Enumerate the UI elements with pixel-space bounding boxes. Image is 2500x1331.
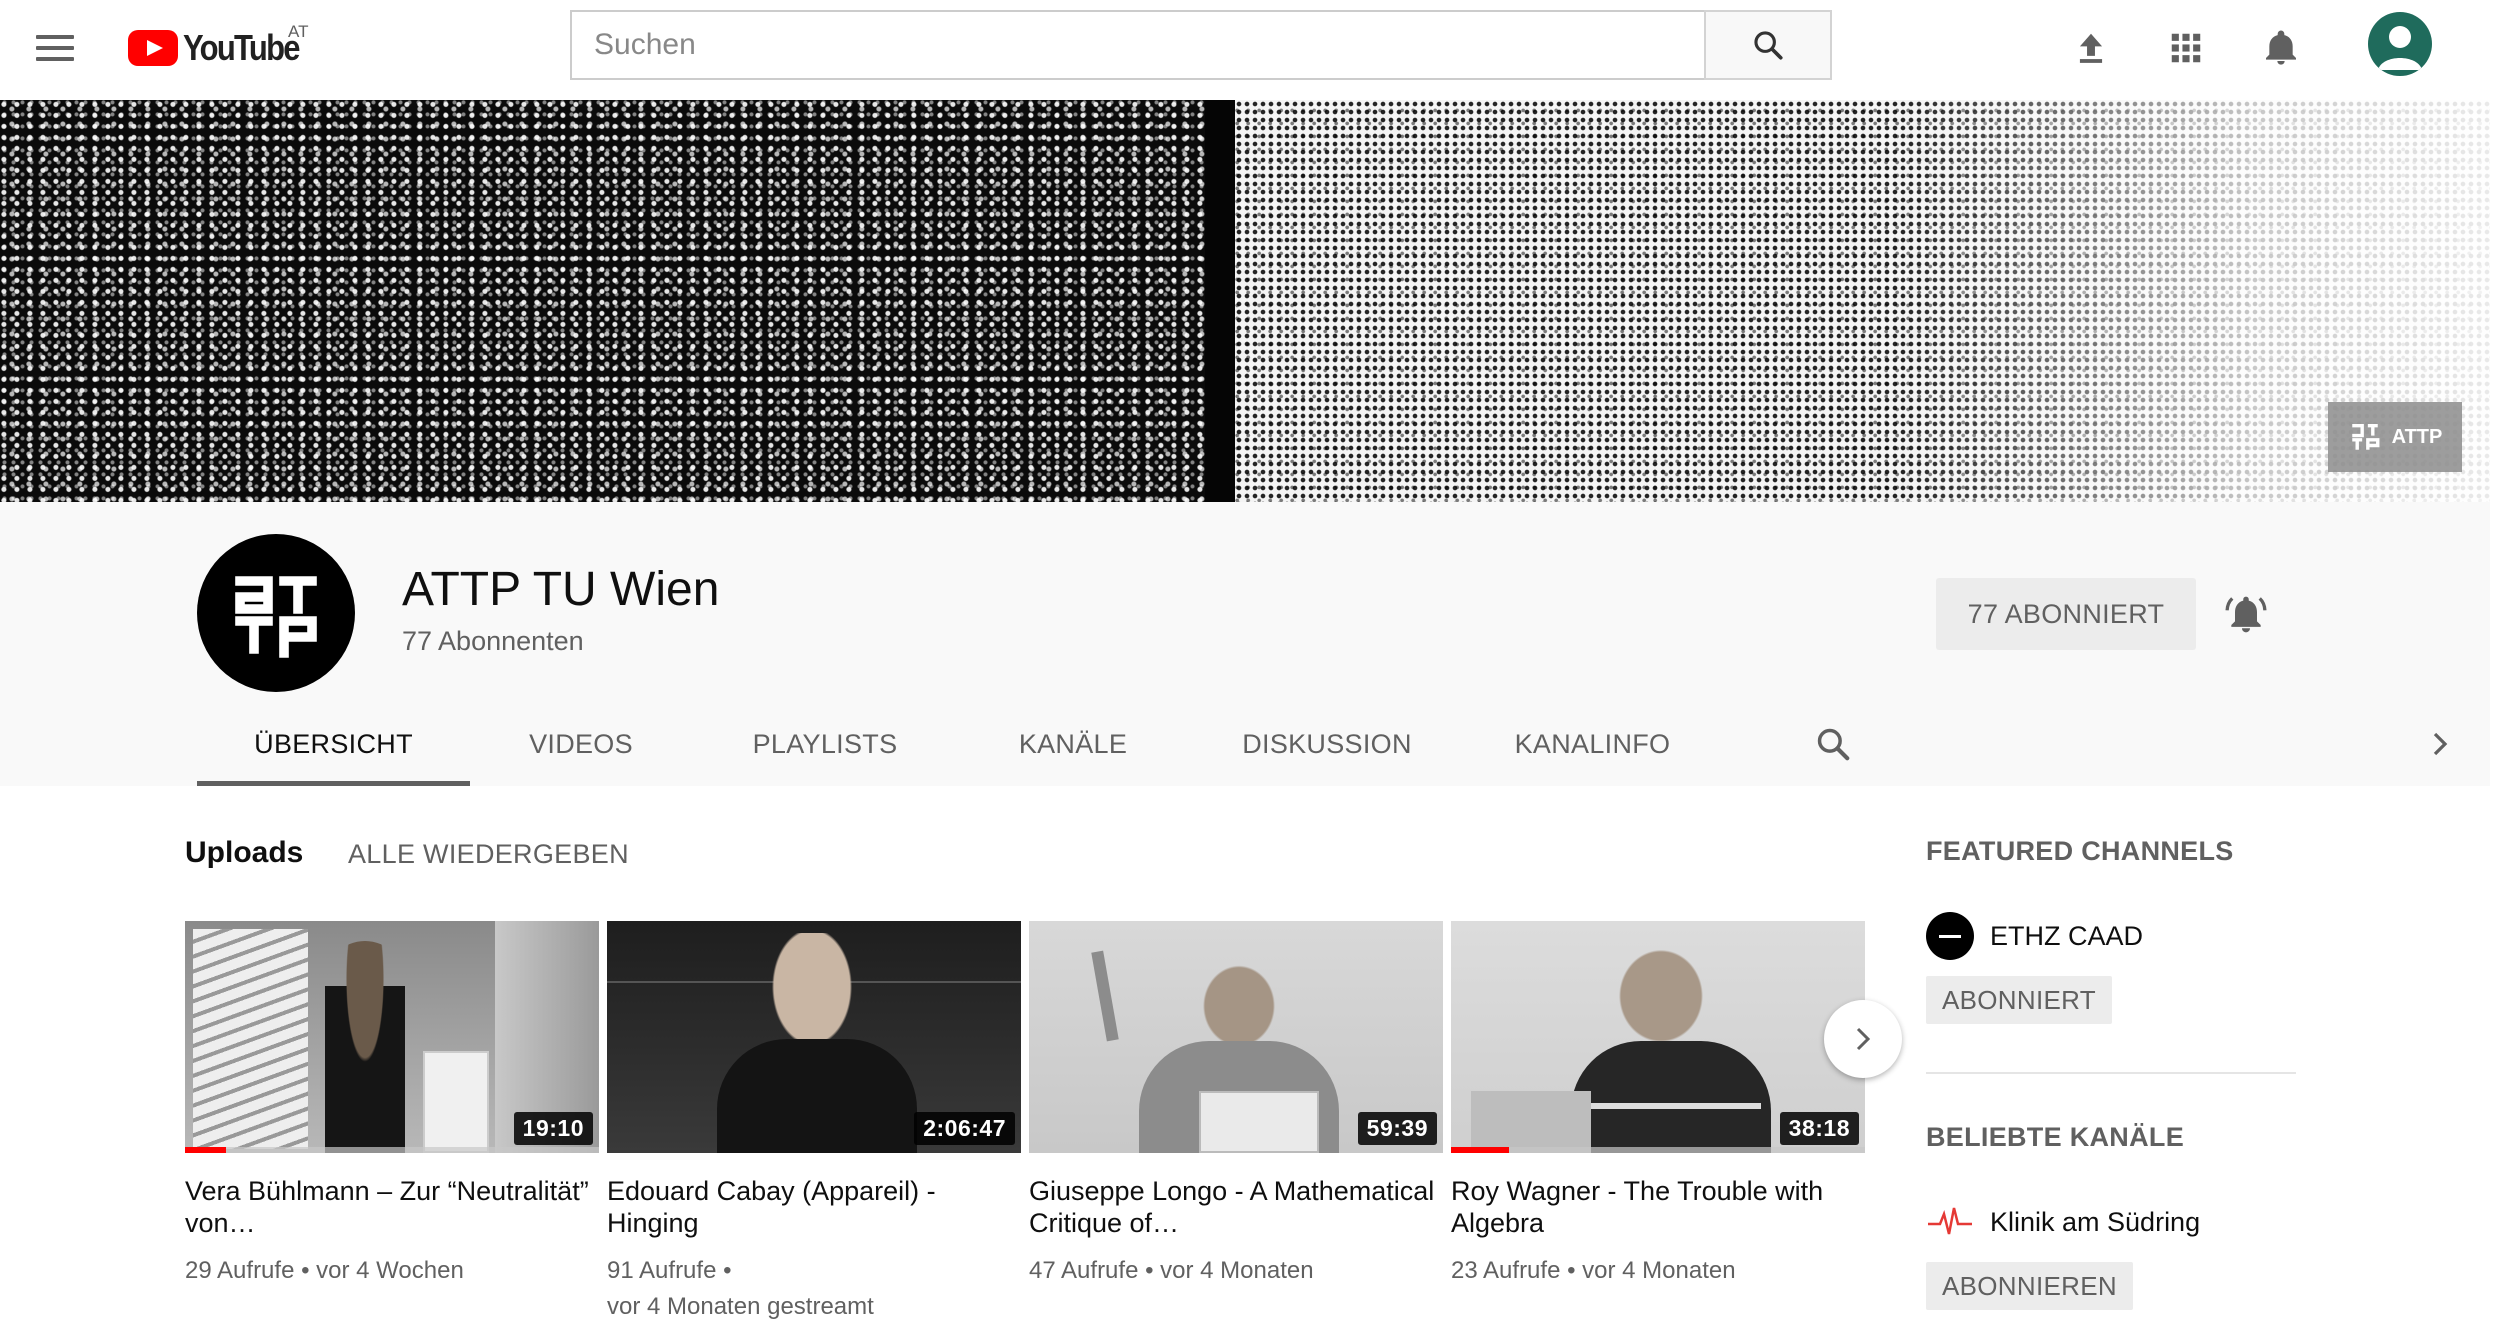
video-duration: 59:39 [1357, 1112, 1437, 1145]
featured-channel-item[interactable]: ETHZ CAAD [1926, 912, 2143, 960]
bell-ringing-icon [2225, 596, 2267, 633]
tab-kanaele[interactable]: KANÄLE [958, 702, 1188, 786]
subscriber-count: 77 Abonnenten [402, 626, 584, 656]
carousel-next-button[interactable] [1824, 1000, 1902, 1078]
watch-progress [1451, 1147, 1509, 1153]
video-card[interactable]: 2:06:47 Edouard Cabay (Appareil) - Hingi… [607, 921, 1021, 1325]
video-meta: 29 Aufrufe • vor 4 Wochen [185, 1257, 464, 1284]
video-title[interactable]: Roy Wagner - The Trouble with Algebra [1451, 1175, 1865, 1239]
search-button[interactable] [1704, 10, 1832, 80]
country-code: AT [288, 22, 309, 41]
play-all-button[interactable]: ALLE WIEDERGEBEN [348, 839, 629, 870]
watch-progress [185, 1147, 227, 1153]
popular-channel-subscribe-button[interactable]: ABONNIEREN [1926, 1262, 2133, 1310]
video-card[interactable]: 38:18 Roy Wagner - The Trouble with Alge… [1451, 921, 1865, 1289]
speaker-face [767, 933, 857, 1053]
podium [1471, 1091, 1591, 1153]
video-duration: 2:06:47 [914, 1112, 1015, 1145]
channel-tabs: ÜBERSICHT VIDEOS PLAYLISTS KANÄLE DISKUS… [197, 702, 1719, 786]
popular-channel-name: Klinik am Südring [1990, 1206, 2201, 1237]
upload-icon [2079, 33, 2103, 63]
channel-header: ATTP TU Wien 77 Abonnenten 77 ABONNIERT … [0, 502, 2490, 786]
search-bar [570, 10, 1832, 80]
video-card[interactable]: 19:10 Vera Bühlmann – Zur “Neutralität” … [185, 921, 599, 1289]
podium [1199, 1091, 1319, 1153]
channel-avatar[interactable] [197, 534, 355, 692]
notifications-button[interactable] [2253, 20, 2309, 76]
featured-channel-name: ETHZ CAAD [1990, 920, 2144, 951]
featured-channel-subscribed-button[interactable]: ABONNIERT [1926, 976, 2112, 1024]
video-title[interactable]: Giuseppe Longo - A Mathematical Critique… [1029, 1175, 1443, 1239]
channel-title: ATTP TU Wien [402, 563, 720, 616]
video-views: 91 Aufrufe • [607, 1257, 732, 1284]
uploads-shelf-title[interactable]: Uploads [185, 836, 303, 870]
channel-search-button[interactable] [1805, 716, 1861, 772]
speaker-face [1199, 961, 1279, 1051]
sidebar-divider [1926, 1072, 2296, 1074]
video-thumbnail[interactable]: 59:39 [1029, 921, 1443, 1153]
tab-kanalinfo[interactable]: KANALINFO [1466, 702, 1719, 786]
menu-icon[interactable] [36, 26, 80, 70]
video-meta: 47 Aufrufe • vor 4 Monaten [1029, 1257, 1314, 1284]
attp-logo-icon [2351, 423, 2380, 450]
banner-dark-half [0, 100, 1240, 502]
youtube-play-icon [128, 30, 178, 66]
apps-icon [2171, 33, 2201, 63]
video-thumbnail[interactable]: 2:06:47 [607, 921, 1021, 1153]
search-icon [1754, 31, 1783, 60]
video-thumbnail[interactable]: 38:18 [1451, 921, 1865, 1153]
search-icon [1817, 728, 1850, 761]
video-streamed-date: vor 4 Monaten gestreamt [607, 1293, 874, 1320]
search-input[interactable] [570, 10, 1704, 80]
logo-text: YouTube [183, 27, 301, 68]
channel-banner [0, 100, 2490, 502]
tab-diskussion[interactable]: DISKUSSION [1188, 702, 1466, 786]
heartbeat-logo-icon [1928, 1207, 1972, 1235]
podium [423, 1051, 489, 1153]
video-duration: 38:18 [1779, 1112, 1859, 1145]
popular-channel-item[interactable]: Klinik am Südring [1926, 1198, 2200, 1246]
chevron-right-icon [1856, 1027, 1871, 1051]
speaker-face [1611, 941, 1711, 1051]
banner-link-label: ATTP [2391, 425, 2443, 448]
video-thumbnail[interactable]: 19:10 [185, 921, 599, 1153]
upload-button[interactable] [2063, 20, 2119, 76]
speaker-figure [325, 941, 405, 1153]
tabs-scroll-right-button[interactable] [2412, 716, 2468, 772]
channel-avatar [1926, 912, 1974, 960]
popular-channels-heading: BELIEBTE KANÄLE [1926, 1122, 2185, 1152]
video-title[interactable]: Edouard Cabay (Appareil) - Hinging [607, 1175, 1021, 1239]
masthead: YouTube AT [0, 0, 2500, 100]
youtube-logo[interactable]: YouTube AT [128, 22, 318, 70]
account-icon[interactable] [2368, 12, 2432, 76]
notification-bell-button[interactable] [2218, 586, 2274, 642]
tab-videos[interactable]: VIDEOS [470, 702, 692, 786]
speaker-body [717, 1039, 917, 1153]
video-card[interactable]: 59:39 Giuseppe Longo - A Mathematical Cr… [1029, 921, 1443, 1289]
banner-link-attp[interactable]: ATTP [2328, 402, 2462, 472]
speaker-body [1571, 1041, 1771, 1153]
subscribed-button[interactable]: 77 ABONNIERT [1936, 578, 2196, 650]
video-meta: 23 Aufrufe • vor 4 Monaten [1451, 1257, 1736, 1284]
attp-logo-icon [235, 576, 317, 658]
apps-button[interactable] [2158, 20, 2214, 76]
featured-channels-heading: FEATURED CHANNELS [1926, 836, 2234, 866]
banner-stand [193, 929, 308, 1149]
notifications-icon [2266, 30, 2296, 65]
chevron-right-icon [2433, 732, 2448, 756]
video-title[interactable]: Vera Bühlmann – Zur “Neutralität” von… [185, 1175, 599, 1239]
tab-playlists[interactable]: PLAYLISTS [692, 702, 958, 786]
video-meta: 91 Aufrufe • vor 4 Monaten gestreamt [607, 1253, 1021, 1325]
tab-uebersicht[interactable]: ÜBERSICHT [197, 702, 470, 786]
video-duration: 19:10 [513, 1112, 593, 1145]
